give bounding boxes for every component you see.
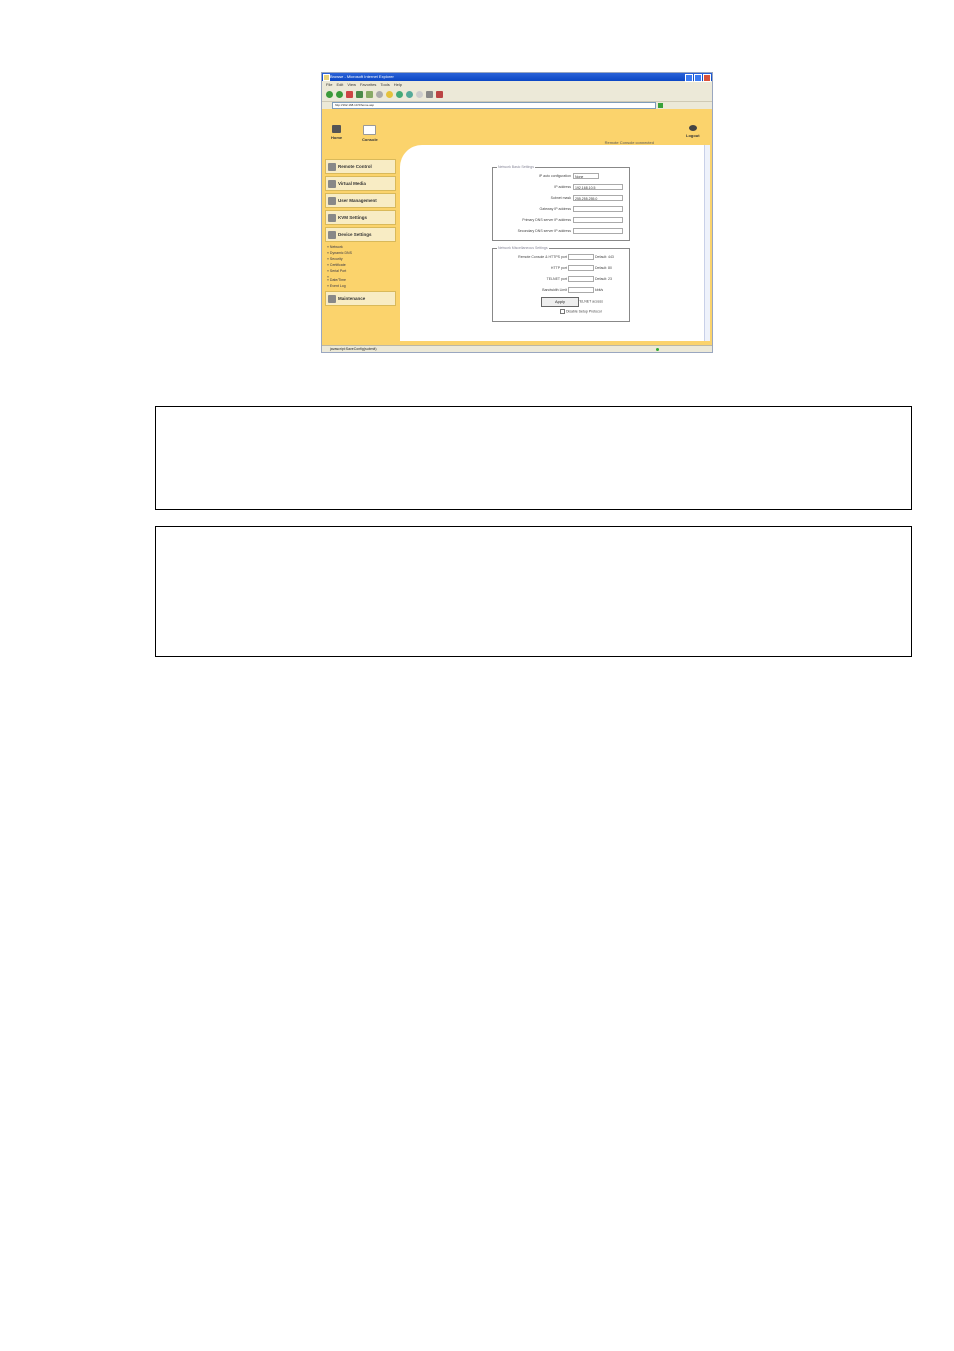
device-settings-submenu: Network Dynamic DNS Security Certificate… [327,244,400,289]
address-input[interactable]: http://192.168.10.5/home.asp [332,102,656,109]
blank-note-box-2 [155,526,912,657]
sidebar: Remote Control Virtual Media User Manage… [322,157,400,308]
browser-toolbar [322,88,712,102]
sidebar-item-kvm-settings[interactable]: KVM Settings [325,210,396,225]
menu-view[interactable]: View [347,81,356,88]
network-basic-legend: Network Basic Settings [497,165,535,169]
row-ip-address: IP address 192.168.10.5 [493,184,627,192]
refresh-icon[interactable] [356,91,363,98]
mail-icon[interactable] [416,91,423,98]
ie-icon [323,74,330,81]
vertical-scrollbar[interactable] [704,145,710,341]
blank-note-box-1 [155,406,912,510]
browser-window: Browse - Microsoft Internet Explorer Fil… [321,72,713,353]
network-misc-settings: Network Miscellaneous Settings Remote Co… [492,246,630,322]
home-icon[interactable] [366,91,373,98]
favorites-icon[interactable] [386,91,393,98]
ip-address-input[interactable]: 192.168.10.5 [573,184,623,190]
row-https-port: Remote Console & HTTPS port Default: 443 [518,254,614,260]
telnet-port-input[interactable] [568,276,594,282]
sidebar-item-device-settings[interactable]: Device Settings [325,227,396,242]
go-icon[interactable] [658,103,663,108]
kvm-web-interface: Home Console Logout Remote Console conne… [322,109,712,345]
sidebar-item-remote-control[interactable]: Remote Control [325,159,396,174]
sidebar-item-user-management[interactable]: User Management [325,193,396,208]
messenger-icon[interactable] [436,91,443,98]
row-telnet-port: TELNET port Default: 23 [546,276,612,282]
bandwidth-limit-input[interactable] [568,287,594,293]
menu-help[interactable]: Help [394,81,402,88]
secondary-dns-input[interactable] [573,228,623,234]
users-icon [328,196,336,205]
monitor-icon [328,162,336,171]
main-content: Network Basic Settings IP auto configura… [400,145,710,341]
logout-button[interactable]: Logout [686,125,700,138]
apply-button[interactable]: Apply [541,297,579,307]
history-icon[interactable] [406,91,413,98]
device-icon [328,230,336,239]
http-port-input[interactable] [568,265,594,271]
logout-icon [688,125,697,131]
sidebar-item-virtual-media[interactable]: Virtual Media [325,176,396,191]
tools-icon [328,294,336,303]
row-ip-auto-config: IP auto configuration None [493,173,627,181]
zone-icon [656,348,659,351]
maximize-button[interactable] [694,74,702,82]
https-port-input[interactable] [568,254,594,260]
console-button[interactable]: Console [362,125,378,142]
row-primary-dns: Primary DNS server IP address [493,217,627,225]
status-bar: javascript:SaveConfig(submit) [322,345,712,352]
console-icon [363,125,377,135]
network-misc-legend: Network Miscellaneous Settings [497,246,549,250]
home-nav-icon [332,125,342,133]
row-gateway: Gateway IP address [493,206,627,214]
menu-file[interactable]: File [326,81,332,88]
window-title: Browse - Microsoft Internet Explorer [330,74,394,79]
minimize-button[interactable] [685,74,693,82]
ip-auto-config-select[interactable]: None [573,173,599,179]
stop-icon[interactable] [346,91,353,98]
menu-bar: File Edit View Favorites Tools Help [322,81,712,88]
checkbox-box [560,309,565,314]
print-icon[interactable] [426,91,433,98]
window-controls [685,74,711,82]
keyboard-icon [328,213,336,222]
row-secondary-dns: Secondary DNS server IP address [493,228,627,236]
primary-dns-input[interactable] [573,217,623,223]
status-text: javascript:SaveConfig(submit) [330,347,377,351]
media-icon[interactable] [396,91,403,98]
row-subnet-mask: Subnet mask 255.255.255.0 [493,195,627,203]
top-navigation: Home Console Logout Remote Console conne… [322,109,712,149]
close-button[interactable] [703,74,711,82]
sidebar-item-maintenance[interactable]: Maintenance [325,291,396,306]
submenu-event-log[interactable]: Event Log [327,283,400,289]
home-button[interactable]: Home [331,125,342,140]
back-icon[interactable] [326,91,333,98]
row-http-port: HTTP port Default: 80 [550,265,612,271]
forward-icon[interactable] [336,91,343,98]
gateway-input[interactable] [573,206,623,212]
network-basic-settings: Network Basic Settings IP auto configura… [492,165,630,241]
disc-icon [328,179,336,188]
menu-edit[interactable]: Edit [336,81,343,88]
menu-tools[interactable]: Tools [380,81,389,88]
search-icon[interactable] [376,91,383,98]
disable-setup-protocol-checkbox[interactable]: Disable Setup Protocol [560,309,602,314]
menu-favorites[interactable]: Favorites [360,81,376,88]
title-bar: Browse - Microsoft Internet Explorer [322,73,712,82]
subnet-mask-input[interactable]: 255.255.255.0 [573,195,623,201]
row-bandwidth-limit: Bandwidth Limit kbit/s [542,287,604,293]
